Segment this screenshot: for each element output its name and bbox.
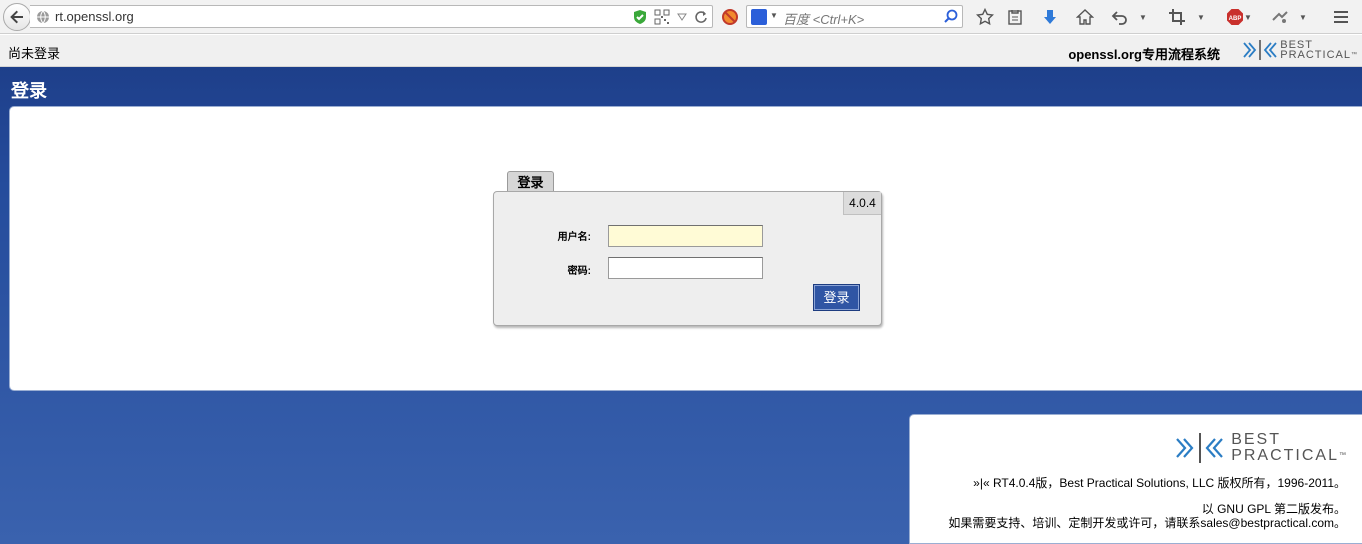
footer-logo-trademark: ™ — [1339, 452, 1348, 459]
logo-trademark: ™ — [1351, 52, 1358, 58]
footer-card: BEST PRACTICAL™ »|« RT4.0.4版，Best Practi… — [909, 414, 1362, 544]
search-placeholder: 百度 <Ctrl+K> — [783, 12, 865, 27]
username-label: 用户名: — [557, 232, 591, 243]
content-panel: 登录 4.0.4 用户名: 密码: 登录 — [9, 106, 1362, 391]
globe-icon — [37, 10, 49, 24]
back-button[interactable] — [3, 3, 31, 31]
main-area: 登录 登录 4.0.4 用户名: 密码: 登录 BEST PRACTICAL™ … — [0, 67, 1362, 544]
engine-dropdown-icon[interactable]: ▼ — [770, 11, 778, 20]
back-arrow-icon — [10, 10, 23, 24]
username-input[interactable] — [608, 225, 763, 247]
dropdown-icon[interactable] — [676, 11, 688, 23]
best-practical-mark-icon — [1176, 433, 1224, 463]
shield-icon[interactable] — [632, 9, 648, 25]
home-icon[interactable] — [1075, 7, 1095, 27]
system-name: openssl.org专用流程系统 — [1068, 47, 1220, 62]
search-icon[interactable] — [943, 9, 958, 24]
browser-toolbar: rt.openssl.org ▼ 百度 <Ctrl+K> ▼ ▼ ABP ▼ ▼ — [0, 0, 1362, 34]
reload-icon[interactable] — [694, 10, 708, 24]
contact-text: 如果需要支持、培训、定制开发或许可，请联系sales@bestpractical… — [948, 516, 1346, 530]
svg-text:ABP: ABP — [1229, 16, 1242, 22]
undo-close-tab-icon[interactable] — [1110, 7, 1130, 27]
footer-logo-line-best: BEST — [1231, 431, 1281, 448]
url-bar[interactable]: rt.openssl.org — [30, 5, 713, 28]
footer-logo-line-practical: PRACTICAL — [1231, 447, 1339, 464]
extension-dropdown-icon[interactable]: ▼ — [1297, 7, 1309, 27]
login-form: 4.0.4 用户名: 密码: 登录 — [493, 191, 882, 326]
screenshot-crop-icon[interactable] — [1167, 7, 1187, 27]
best-practical-logo[interactable]: BEST PRACTICAL™ — [1242, 38, 1358, 62]
page-title: 登录 — [11, 81, 47, 101]
login-status: 尚未登录 — [8, 46, 61, 61]
qr-code-icon[interactable] — [654, 9, 670, 25]
crop-dropdown-icon[interactable]: ▼ — [1195, 7, 1207, 27]
rt-header: 尚未登录 openssl.org专用流程系统 BEST PRACTICAL™ — [0, 35, 1362, 67]
undo-dropdown-icon[interactable]: ▼ — [1137, 7, 1149, 27]
footer-best-practical-logo[interactable]: BEST PRACTICAL™ — [1175, 431, 1348, 465]
extension-icon[interactable] — [1270, 7, 1290, 27]
search-bar[interactable]: ▼ 百度 <Ctrl+K> — [746, 5, 963, 28]
copyright-text: »|« RT4.0.4版，Best Practical Solutions, L… — [973, 476, 1346, 490]
password-input[interactable] — [608, 257, 763, 279]
download-icon[interactable] — [1040, 7, 1060, 27]
login-tab[interactable]: 登录 — [507, 171, 554, 193]
baidu-icon[interactable] — [751, 9, 767, 25]
version-badge: 4.0.4 — [843, 192, 881, 215]
logo-line-practical: PRACTICAL — [1280, 49, 1351, 61]
no-script-icon[interactable] — [720, 7, 740, 27]
menu-icon[interactable] — [1331, 7, 1351, 27]
bookmark-star-icon[interactable] — [975, 7, 995, 27]
adblock-dropdown-icon[interactable]: ▼ — [1242, 7, 1254, 27]
url-text: rt.openssl.org — [55, 9, 134, 24]
reading-list-icon[interactable] — [1005, 7, 1025, 27]
login-button[interactable]: 登录 — [813, 284, 860, 311]
password-label: 密码: — [567, 266, 591, 277]
best-practical-mark-icon — [1243, 40, 1277, 60]
